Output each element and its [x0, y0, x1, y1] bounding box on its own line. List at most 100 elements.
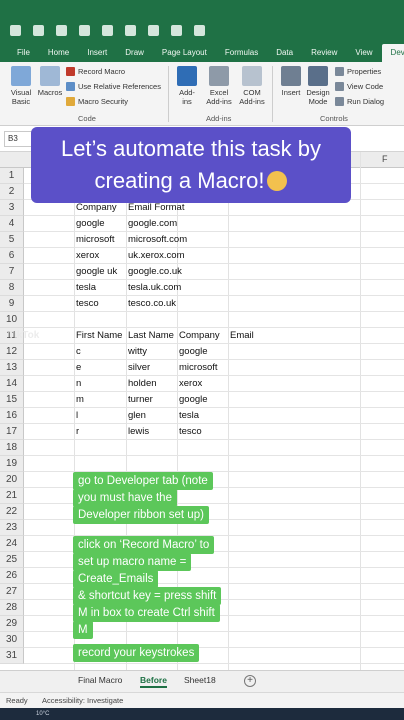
table-cell[interactable]: silver	[128, 360, 150, 376]
visual-basic-button[interactable]: Visual Basic	[6, 66, 36, 106]
row-header[interactable]: 8	[0, 280, 24, 296]
row-header[interactable]: 20	[0, 472, 24, 488]
undo-icon[interactable]	[33, 24, 44, 36]
macro-security-button[interactable]: Macro Security	[66, 97, 128, 106]
sheet-tab-sheet18[interactable]: Sheet18	[184, 675, 216, 685]
row-header[interactable]: 2	[0, 184, 24, 200]
camera-icon[interactable]	[148, 24, 159, 36]
row-header[interactable]: 30	[0, 632, 24, 648]
row-header[interactable]: 15	[0, 392, 24, 408]
table-cell[interactable]: microsoft.com	[128, 232, 187, 248]
record-macro-button[interactable]: Record Macro	[66, 67, 125, 76]
table-cell[interactable]: microsoft	[179, 360, 218, 376]
sum-icon[interactable]	[102, 24, 113, 36]
insert-control-button[interactable]: Insert	[278, 66, 304, 97]
table-cell[interactable]: Email	[230, 328, 254, 344]
tab-insert[interactable]: Insert	[78, 48, 116, 62]
properties-button[interactable]: Properties	[335, 67, 381, 76]
macros-button[interactable]: Macros	[36, 66, 64, 97]
row-header[interactable]: 25	[0, 552, 24, 568]
table-cell[interactable]: tesco	[76, 296, 99, 312]
row-header[interactable]: 28	[0, 600, 24, 616]
table-cell[interactable]: tesla.uk.com	[128, 280, 181, 296]
table-cell[interactable]: google	[179, 392, 208, 408]
table-cell[interactable]: tesla	[179, 408, 199, 424]
table-cell[interactable]: m	[76, 392, 84, 408]
table-cell[interactable]: google.com	[128, 216, 177, 232]
view-code-button[interactable]: View Code	[335, 82, 383, 91]
row-header[interactable]: 21	[0, 488, 24, 504]
table-cell[interactable]: xerox	[179, 376, 202, 392]
row-header[interactable]: 26	[0, 568, 24, 584]
table-cell[interactable]: l	[76, 408, 78, 424]
tab-draw[interactable]: Draw	[116, 48, 153, 62]
redo-icon[interactable]	[56, 24, 67, 36]
table-cell[interactable]: lewis	[128, 424, 149, 440]
table-cell[interactable]: glen	[128, 408, 146, 424]
row-header[interactable]: 27	[0, 584, 24, 600]
row-header[interactable]: 10	[0, 312, 24, 328]
row-header[interactable]: 12	[0, 344, 24, 360]
row-header[interactable]: 13	[0, 360, 24, 376]
tab-developer[interactable]: Deve	[381, 44, 404, 62]
row-header[interactable]: 6	[0, 248, 24, 264]
add-sheet-button[interactable]: +	[244, 675, 256, 687]
excel-addins-button[interactable]: Excel Add-ins	[202, 66, 236, 106]
addins-button[interactable]: Add-ins	[174, 66, 200, 106]
row-header[interactable]: 17	[0, 424, 24, 440]
tab-view[interactable]: View	[346, 48, 381, 62]
com-addins-button[interactable]: COM Add-ins	[236, 66, 268, 106]
table-cell[interactable]: google.co.uk	[128, 264, 182, 280]
row-header[interactable]: 3	[0, 200, 24, 216]
tab-data[interactable]: Data	[267, 48, 302, 62]
save-icon[interactable]	[10, 24, 21, 36]
table-cell[interactable]: witty	[128, 344, 147, 360]
table-cell[interactable]: tesco	[179, 424, 202, 440]
tab-review[interactable]: Review	[302, 48, 346, 62]
table-cell[interactable]: n	[76, 376, 81, 392]
table-cell[interactable]: google	[76, 216, 105, 232]
format-painter-icon[interactable]	[79, 24, 90, 36]
tab-page-layout[interactable]: Page Layout	[153, 48, 216, 62]
table-cell[interactable]: xerox	[76, 248, 99, 264]
sheet-tab-final-macro[interactable]: Final Macro	[78, 675, 122, 685]
table-cell[interactable]: Company	[179, 328, 220, 344]
table-cell[interactable]: e	[76, 360, 81, 376]
grid-icon[interactable]	[171, 24, 182, 36]
table-cell[interactable]: holden	[128, 376, 157, 392]
run-dialog-button[interactable]: Run Dialog	[335, 97, 384, 106]
use-relative-references-button[interactable]: Use Relative References	[66, 82, 161, 91]
row-header[interactable]: 18	[0, 440, 24, 456]
tab-home[interactable]: Home	[39, 48, 78, 62]
table-cell[interactable]: First Name	[76, 328, 122, 344]
table-cell[interactable]: uk.xerox.com	[128, 248, 185, 264]
row-header[interactable]: 29	[0, 616, 24, 632]
row-header[interactable]: 1	[0, 168, 24, 184]
table-cell[interactable]: google uk	[76, 264, 117, 280]
table-icon[interactable]	[125, 24, 136, 36]
row-header[interactable]: 9	[0, 296, 24, 312]
row-header[interactable]: 7	[0, 264, 24, 280]
row-header[interactable]: 23	[0, 520, 24, 536]
row-header[interactable]: 14	[0, 376, 24, 392]
row-header[interactable]: 22	[0, 504, 24, 520]
row-header[interactable]: 5	[0, 232, 24, 248]
table-cell[interactable]: tesla	[76, 280, 96, 296]
table-cell[interactable]: tesco.co.uk	[128, 296, 176, 312]
row-header[interactable]: 24	[0, 536, 24, 552]
design-mode-button[interactable]: Design Mode	[304, 66, 332, 106]
table-cell[interactable]: c	[76, 344, 81, 360]
tab-formulas[interactable]: Formulas	[216, 48, 267, 62]
column-header-f[interactable]: F	[382, 154, 388, 164]
sort-icon[interactable]	[194, 24, 205, 36]
table-cell[interactable]: turner	[128, 392, 153, 408]
accessibility-status[interactable]: Accessibility: Investigate	[42, 696, 123, 705]
table-cell[interactable]: microsoft	[76, 232, 115, 248]
row-header[interactable]: 4	[0, 216, 24, 232]
row-header[interactable]: 16	[0, 408, 24, 424]
sheet-tab-before[interactable]: Before	[140, 675, 167, 688]
row-header[interactable]: 31	[0, 648, 24, 664]
table-cell[interactable]: r	[76, 424, 79, 440]
table-cell[interactable]: Last Name	[128, 328, 174, 344]
row-header[interactable]: 19	[0, 456, 24, 472]
